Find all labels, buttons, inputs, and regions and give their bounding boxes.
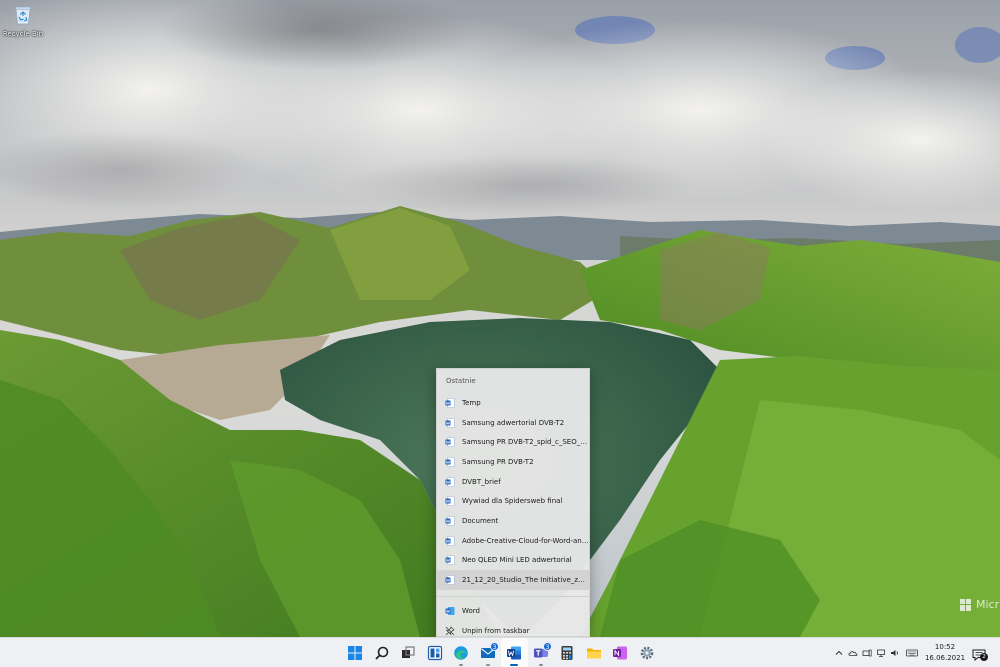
task-view-button[interactable] xyxy=(395,638,422,667)
system-tray xyxy=(832,638,922,667)
search-button[interactable] xyxy=(369,638,396,667)
notification-center-button[interactable]: 2 xyxy=(972,646,988,662)
devices-icon xyxy=(862,649,872,657)
search-icon xyxy=(375,646,389,660)
onenote-icon xyxy=(613,646,628,660)
recent-item[interactable]: Temp xyxy=(437,393,589,413)
recent-item-label: Wywiad dla Spidersweb final xyxy=(462,497,563,506)
word-icon xyxy=(507,646,522,660)
windows-start-icon xyxy=(348,646,363,660)
recent-item-label: Samsung PR DVB-T2 xyxy=(462,457,534,466)
recent-item[interactable]: Wywiad dla Spidersweb final xyxy=(437,491,589,511)
keyboard-tray[interactable] xyxy=(902,638,922,667)
word-icon xyxy=(445,606,455,615)
word-document-icon xyxy=(445,417,455,428)
recent-item-label: Temp xyxy=(462,398,481,407)
word-document-icon xyxy=(445,575,455,585)
onenote-button[interactable] xyxy=(607,638,634,667)
taskbar-clock[interactable]: 10:52 16.06.2021 xyxy=(922,642,968,664)
clock-date: 16.06.2021 xyxy=(924,654,966,662)
recent-item-label: Neo QLED Mini LED adwertorial xyxy=(462,556,572,565)
recycle-bin-shortcut[interactable]: Recycle Bin xyxy=(2,4,44,48)
word-document-icon xyxy=(445,476,455,487)
windows-watermark: Micr xyxy=(960,598,999,611)
calculator-button[interactable] xyxy=(554,638,581,667)
settings-button[interactable] xyxy=(634,638,661,667)
mail-badge: 3 xyxy=(490,642,499,651)
recent-item[interactable]: Samsung PR DVB-T2 xyxy=(437,452,589,472)
recent-item-hovered[interactable]: 21_12_20_Studio_The Initiative_zdradz... xyxy=(437,570,589,590)
open-word-action[interactable]: Word xyxy=(437,601,589,621)
word-document-icon xyxy=(445,516,455,526)
recent-item-label: Adobe-Creative-Cloud-for-Word-and-... xyxy=(462,536,589,545)
task-view-icon xyxy=(402,646,415,658)
chevron-up-icon xyxy=(835,650,843,655)
recent-item-label: Document xyxy=(462,516,499,525)
teams-button[interactable]: 3 xyxy=(528,638,555,667)
mail-button[interactable]: 3 xyxy=(475,638,502,667)
word-document-icon xyxy=(445,437,455,448)
widgets-button[interactable] xyxy=(422,638,449,667)
recent-item[interactable]: Document xyxy=(437,511,589,531)
recent-item[interactable]: Adobe-Creative-Cloud-for-Word-and-... xyxy=(437,531,589,551)
network-tray[interactable] xyxy=(874,638,888,667)
taskbar-apps: 3 3 xyxy=(342,638,660,667)
recent-item[interactable]: DVBT_brief xyxy=(437,472,589,492)
edge-button[interactable] xyxy=(448,638,475,667)
file-explorer-button[interactable] xyxy=(581,638,608,667)
unpin-label: Unpin from taskbar xyxy=(462,626,530,635)
gear-icon xyxy=(640,646,654,660)
jump-list-divider xyxy=(437,595,589,597)
start-button[interactable] xyxy=(342,638,369,667)
recent-item[interactable]: Samsung adwertorial DVB-T2 xyxy=(437,413,589,433)
recent-item[interactable]: Samsung PR DVB-T2_spid_c_SEO_2021... xyxy=(437,432,589,452)
onedrive-tray[interactable] xyxy=(846,638,860,667)
open-word-label: Word xyxy=(462,606,480,615)
unpin-icon xyxy=(445,626,455,636)
calculator-icon xyxy=(561,646,573,660)
word-button[interactable] xyxy=(501,638,528,667)
cloud-icon xyxy=(848,651,858,656)
recent-item-label: DVBT_brief xyxy=(462,477,501,486)
taskbar: 3 3 10:52 16.06.2021 2 xyxy=(0,637,1000,667)
folder-icon xyxy=(586,648,601,659)
recent-item-label: Samsung PR DVB-T2_spid_c_SEO_2021... xyxy=(462,438,589,447)
network-icon xyxy=(877,649,885,657)
word-document-icon xyxy=(445,535,455,546)
volume-tray[interactable] xyxy=(888,638,902,667)
recent-item-label: Samsung adwertorial DVB-T2 xyxy=(462,418,565,427)
word-document-icon xyxy=(445,555,455,566)
word-document-icon xyxy=(445,398,455,408)
recycle-bin-icon xyxy=(15,6,31,25)
watermark-text: Micr xyxy=(976,598,1000,611)
recent-item-label: 21_12_20_Studio_The Initiative_zdradz... xyxy=(462,576,589,585)
word-document-icon xyxy=(445,496,455,507)
widgets-icon xyxy=(427,645,442,661)
show-hidden-icons-button[interactable] xyxy=(832,638,846,667)
speaker-icon xyxy=(891,650,898,656)
recycle-bin-label: Recycle Bin xyxy=(2,30,44,38)
windows-logo-icon xyxy=(960,598,972,611)
edge-icon xyxy=(454,646,469,660)
recent-item[interactable]: Neo QLED Mini LED adwertorial xyxy=(437,551,589,571)
notification-count-badge: 2 xyxy=(980,653,988,661)
teams-badge: 3 xyxy=(543,642,552,651)
word-jump-list: Ostatnie Temp Samsung adwertorial DVB-T2… xyxy=(436,368,590,637)
device-tray[interactable] xyxy=(860,638,874,667)
keyboard-icon xyxy=(906,649,918,657)
word-document-icon xyxy=(445,457,455,467)
clock-time: 10:52 xyxy=(934,643,956,651)
recent-heading: Ostatnie xyxy=(446,377,476,385)
